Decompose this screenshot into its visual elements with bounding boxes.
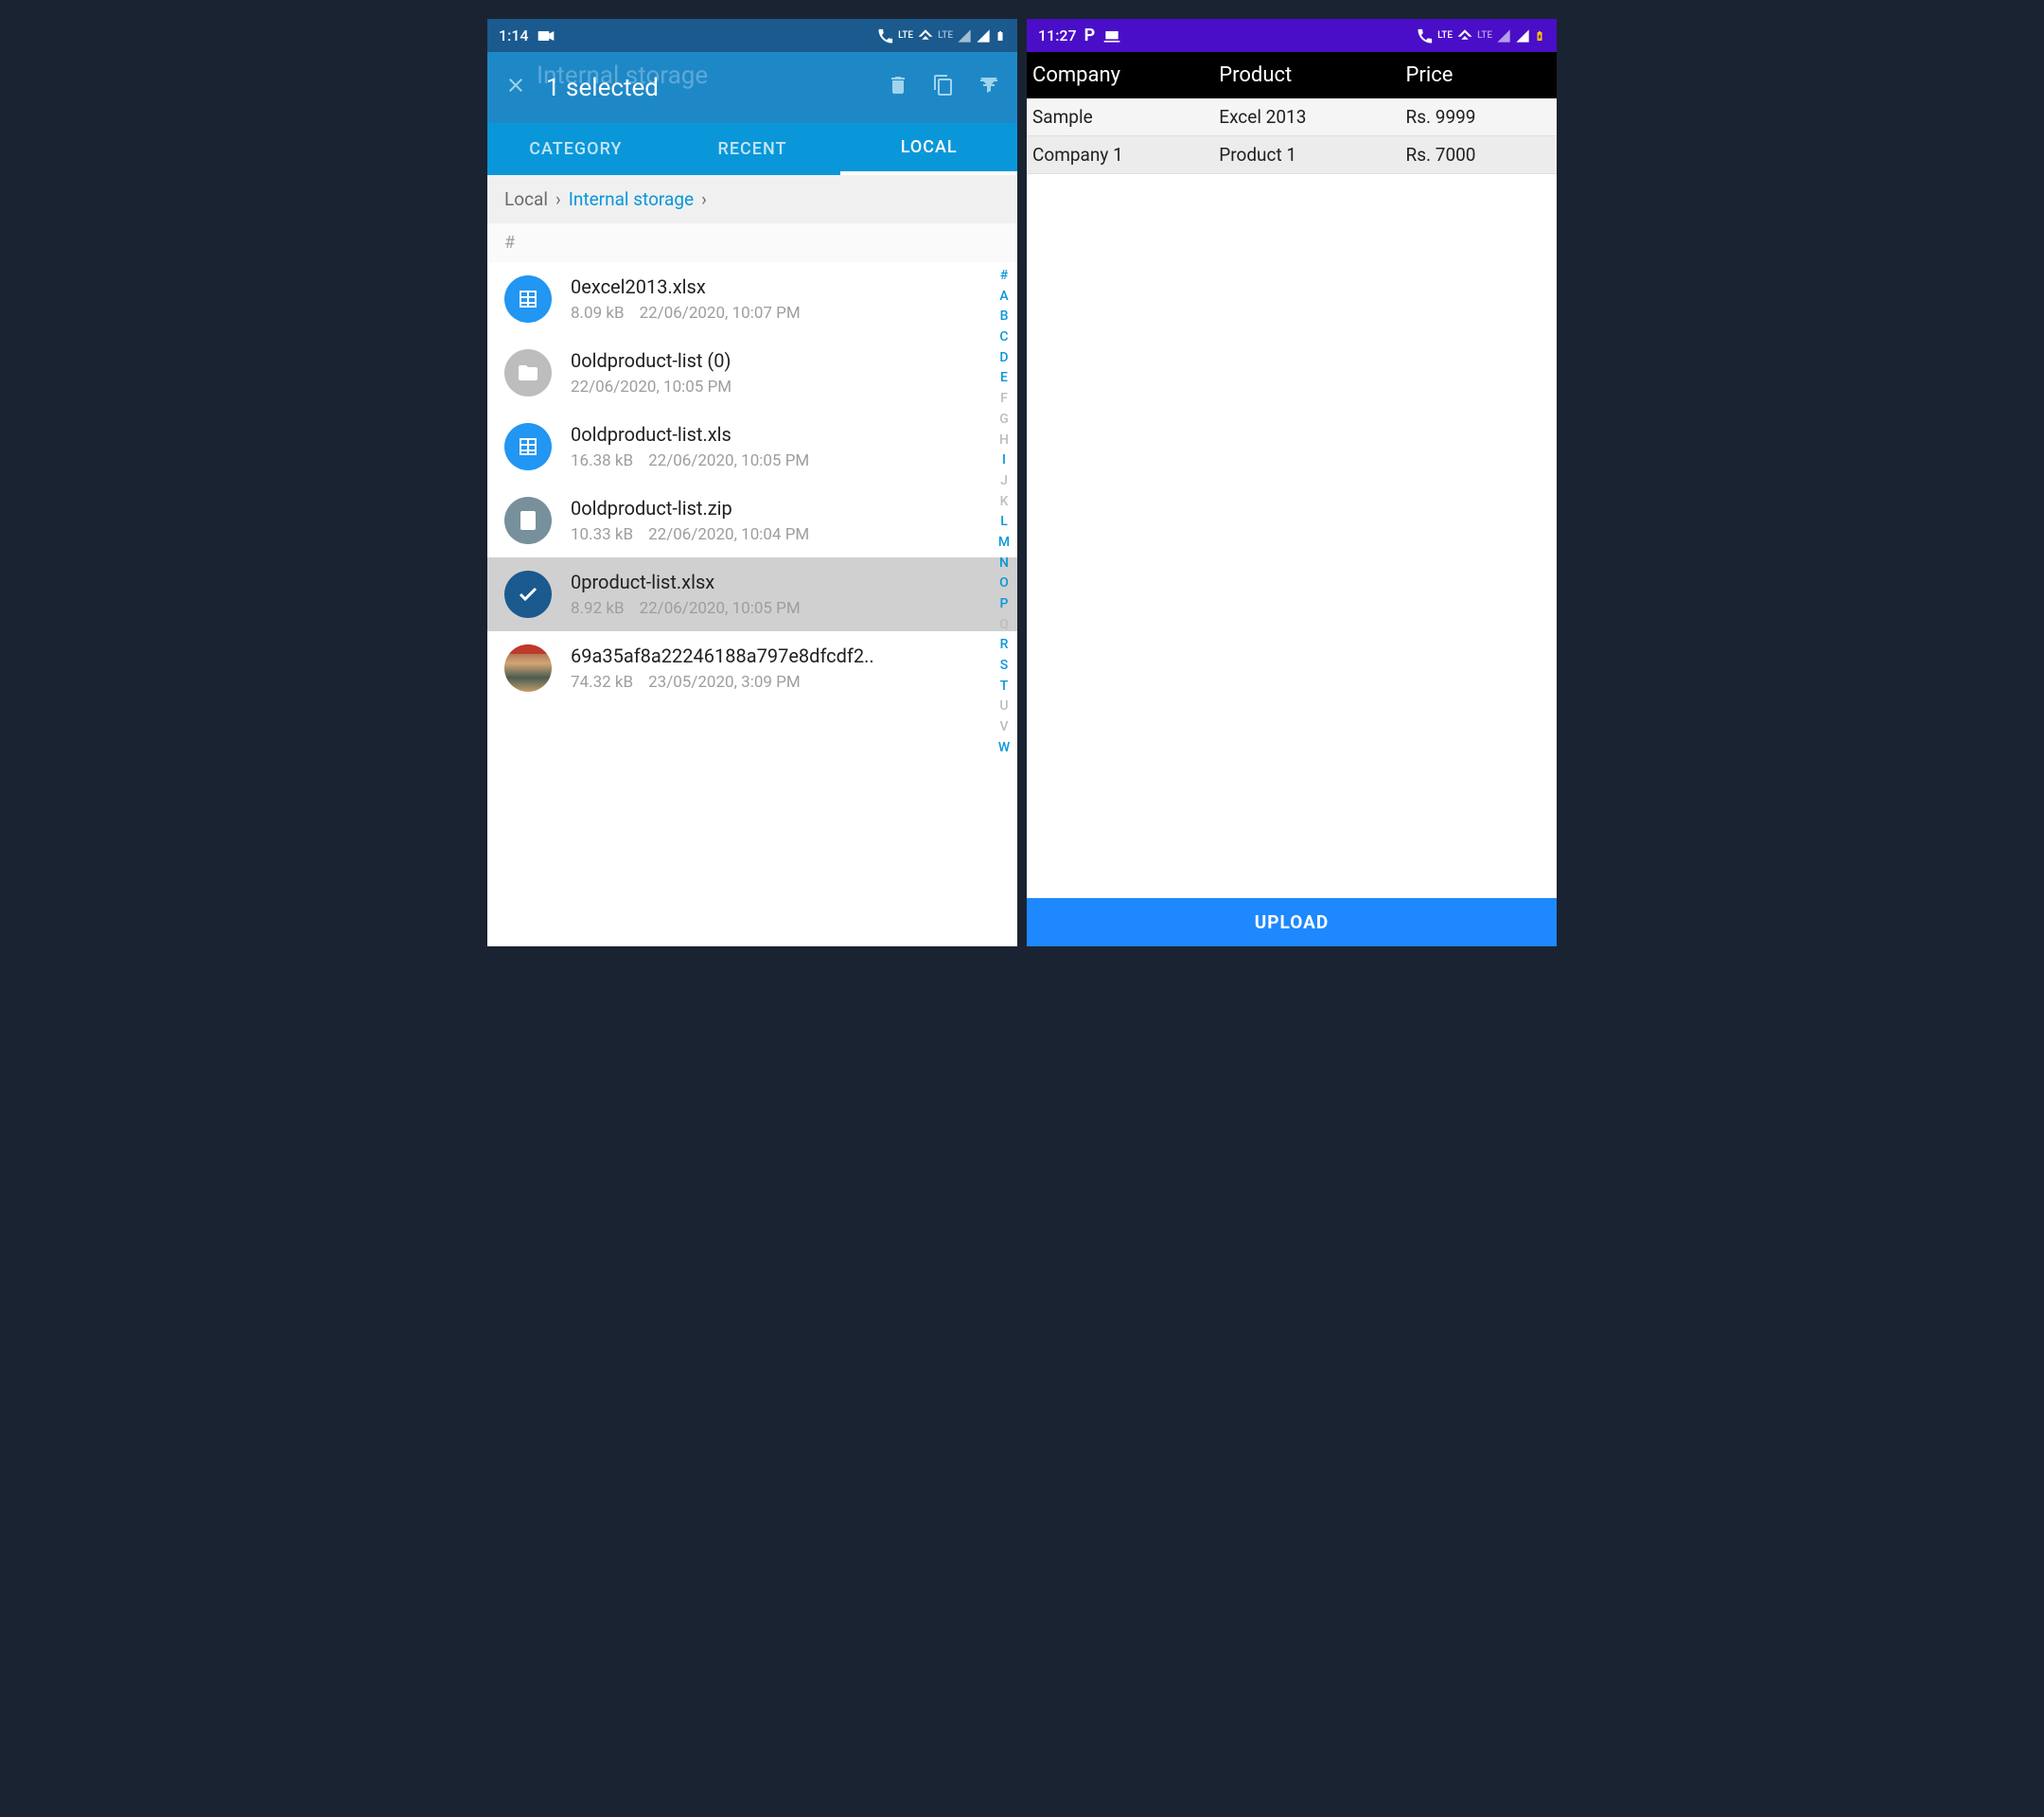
file-date: 22/06/2020, 10:05 PM xyxy=(571,378,731,397)
tab-category[interactable]: CATEGORY xyxy=(487,123,664,175)
data-table-screen: 11:27 P LTE LTE Co xyxy=(1027,19,1557,946)
copy-icon[interactable] xyxy=(932,74,955,102)
file-date: 22/06/2020, 10:05 PM xyxy=(648,451,809,470)
laptop-icon xyxy=(1102,26,1121,45)
phone-lte-icon xyxy=(1417,27,1434,44)
signal-icon xyxy=(957,28,972,44)
wifi-icon xyxy=(1456,27,1473,44)
file-item[interactable]: 69a35af8a22246188a797e8dfcdf2.. 74.32 kB… xyxy=(487,631,1017,705)
lte-label-2: LTE xyxy=(1477,30,1492,41)
file-item[interactable]: 0oldproduct-list (0) 22/06/2020, 10:05 P… xyxy=(487,336,1017,410)
file-date: 23/05/2020, 3:09 PM xyxy=(648,673,801,692)
header-price: Price xyxy=(1406,63,1551,87)
table-row[interactable]: Sample Excel 2013 Rs. 9999 xyxy=(1027,98,1557,136)
lte-label-2: LTE xyxy=(938,30,953,41)
file-name: 0excel2013.xlsx xyxy=(571,275,1000,298)
file-list[interactable]: 0excel2013.xlsx 8.09 kB 22/06/2020, 10:0… xyxy=(487,262,1017,946)
file-item[interactable]: 0excel2013.xlsx 8.09 kB 22/06/2020, 10:0… xyxy=(487,262,1017,336)
battery-charging-icon xyxy=(1534,27,1545,44)
outlook-icon xyxy=(537,26,555,45)
cell-company: Company 1 xyxy=(1032,144,1219,166)
chevron-right-icon: › xyxy=(701,188,707,210)
file-name: 0oldproduct-list.xls xyxy=(571,423,1000,446)
app-bar-title: Internal storage 1 selected xyxy=(546,74,868,102)
parking-icon: P xyxy=(1084,26,1096,45)
lte-label: LTE xyxy=(1437,30,1453,41)
cell-price: Rs. 9999 xyxy=(1406,106,1551,128)
file-item[interactable]: 0oldproduct-list.zip 10.33 kB 22/06/2020… xyxy=(487,484,1017,557)
wifi-icon xyxy=(917,27,934,44)
section-header: # xyxy=(487,223,1017,262)
cell-product: Product 1 xyxy=(1219,144,1405,166)
cell-product: Excel 2013 xyxy=(1219,106,1405,128)
header-product: Product xyxy=(1219,63,1405,87)
table-row[interactable]: Company 1 Product 1 Rs. 7000 xyxy=(1027,136,1557,174)
file-name: 0oldproduct-list.zip xyxy=(571,497,1000,520)
breadcrumb: Local › Internal storage › xyxy=(487,175,1017,223)
chevron-right-icon: › xyxy=(555,188,561,210)
breadcrumb-current[interactable]: Internal storage xyxy=(569,188,694,210)
status-bar: 1:14 LTE LTE xyxy=(487,19,1017,52)
lte-label: LTE xyxy=(898,30,913,41)
file-date: 22/06/2020, 10:07 PM xyxy=(640,304,801,323)
file-name: 0product-list.xlsx xyxy=(571,571,1000,593)
table-body: Sample Excel 2013 Rs. 9999 Company 1 Pro… xyxy=(1027,98,1557,898)
file-item-selected[interactable]: 0product-list.xlsx 8.92 kB 22/06/2020, 1… xyxy=(487,557,1017,631)
upload-button[interactable]: UPLOAD xyxy=(1027,898,1557,946)
table-header: Company Product Price xyxy=(1027,52,1557,98)
tab-local[interactable]: LOCAL xyxy=(840,123,1017,175)
filter-icon[interactable] xyxy=(978,74,1000,102)
file-size: 8.09 kB xyxy=(571,304,625,323)
checkmark-icon xyxy=(504,571,552,618)
file-size: 8.92 kB xyxy=(571,599,625,618)
file-size: 16.38 kB xyxy=(571,451,633,470)
tab-bar: CATEGORY RECENT LOCAL xyxy=(487,123,1017,175)
spreadsheet-icon xyxy=(504,423,552,470)
status-time: 11:27 xyxy=(1038,26,1077,44)
breadcrumb-root[interactable]: Local xyxy=(504,188,548,210)
close-icon[interactable] xyxy=(504,74,527,102)
tab-recent[interactable]: RECENT xyxy=(664,123,841,175)
file-date: 22/06/2020, 10:04 PM xyxy=(648,525,809,544)
battery-icon xyxy=(995,27,1006,44)
app-bar: Internal storage 1 selected xyxy=(487,52,1017,123)
cell-price: Rs. 7000 xyxy=(1406,144,1551,166)
status-bar: 11:27 P LTE LTE xyxy=(1027,19,1557,52)
image-thumbnail-icon xyxy=(504,644,552,692)
spreadsheet-icon xyxy=(504,275,552,323)
signal-icon xyxy=(1496,28,1511,44)
signal-icon-2 xyxy=(1515,28,1530,44)
file-manager-screen: 1:14 LTE LTE xyxy=(487,19,1017,946)
header-company: Company xyxy=(1032,63,1219,87)
status-time: 1:14 xyxy=(499,26,529,44)
signal-icon-2 xyxy=(976,28,991,44)
file-name: 69a35af8a22246188a797e8dfcdf2.. xyxy=(571,644,1000,667)
file-date: 22/06/2020, 10:05 PM xyxy=(640,599,801,618)
file-size: 74.32 kB xyxy=(571,673,633,692)
delete-icon[interactable] xyxy=(887,74,909,102)
zip-icon xyxy=(504,497,552,544)
phone-lte-icon xyxy=(877,27,894,44)
alpha-index[interactable]: # A B C D E F G H I J K L M N O P Q R S … xyxy=(995,262,1013,946)
file-name: 0oldproduct-list (0) xyxy=(571,349,1000,372)
cell-company: Sample xyxy=(1032,106,1219,128)
folder-icon xyxy=(504,349,552,397)
file-item[interactable]: 0oldproduct-list.xls 16.38 kB 22/06/2020… xyxy=(487,410,1017,484)
file-size: 10.33 kB xyxy=(571,525,633,544)
